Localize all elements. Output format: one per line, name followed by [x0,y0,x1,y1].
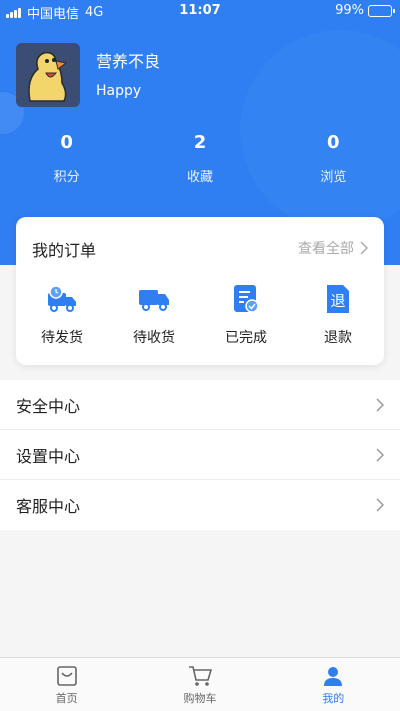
user-icon [324,667,343,686]
truck-clock-icon [48,285,76,312]
order-item-label: 待收货 [133,330,175,346]
menu-item-label: 安全中心 [16,396,81,416]
cart-icon [188,666,212,686]
stat-value: 2 [193,132,207,153]
stat-label: 积分 [53,170,80,185]
battery-percent: 99% [335,3,364,18]
username[interactable]: 营养不良 [96,48,160,72]
duck-avatar-icon [16,43,80,107]
stat-value: 0 [60,132,73,153]
tab-label: 我的 [322,692,345,705]
orders-title: 我的订单 [32,241,97,260]
tab-label: 首页 [55,692,78,705]
stat-points[interactable]: 0 积分 [0,130,133,185]
chevron-right-icon [376,447,384,462]
chevron-right-icon [376,498,384,512]
tab-profile[interactable]: 我的 [267,658,400,711]
refund-glyph: 退 [330,292,345,310]
chevron-right-icon [360,241,368,255]
tab-home[interactable]: 首页 [0,658,133,711]
document-check-icon [234,285,259,313]
orders-card: 我的订单 查看全部 待发货 待收货 已完成 退 退款 [16,217,384,365]
stat-label: 浏览 [320,170,347,185]
stat-value: 0 [327,132,340,153]
menu-item-settings[interactable]: 设置中心 [0,430,400,480]
settings-menu: 安全中心 设置中心 客服中心 [0,380,400,530]
menu-item-label: 客服中心 [16,497,81,516]
menu-item-security[interactable]: 安全中心 [0,380,400,430]
user-motto: Happy [96,83,142,99]
order-completed[interactable]: 已完成 [206,283,286,347]
chevron-right-icon [376,397,384,412]
bottom-tab-bar: 首页 购物车 我的 [0,657,400,711]
order-pending-receipt[interactable]: 待收货 [114,283,194,347]
stats-row: 0 积分 2 收藏 0 浏览 [0,130,400,185]
avatar[interactable] [16,43,80,107]
order-pending-shipment[interactable]: 待发货 [22,283,102,347]
refund-icon: 退 [327,285,349,313]
order-item-label: 已完成 [225,330,267,346]
tab-cart[interactable]: 购物车 [133,658,266,711]
order-item-label: 待发货 [41,330,83,346]
status-bar: 中国电信 4G 11:07 99% [0,0,400,22]
battery-icon [368,4,395,17]
tab-label: 购物车 [183,692,217,705]
stat-label: 收藏 [186,170,213,185]
menu-item-label: 设置中心 [16,446,81,466]
home-icon [56,666,77,686]
order-refund[interactable]: 退 退款 [298,283,378,347]
menu-item-customer-service[interactable]: 客服中心 [0,480,400,530]
view-all-label: 查看全部 [298,241,354,257]
truck-icon [139,290,169,311]
order-item-label: 退款 [324,330,352,346]
stat-history[interactable]: 0 浏览 [267,130,400,185]
stat-favorites[interactable]: 2 收藏 [133,130,266,185]
view-all-orders-link[interactable]: 查看全部 [298,238,368,258]
